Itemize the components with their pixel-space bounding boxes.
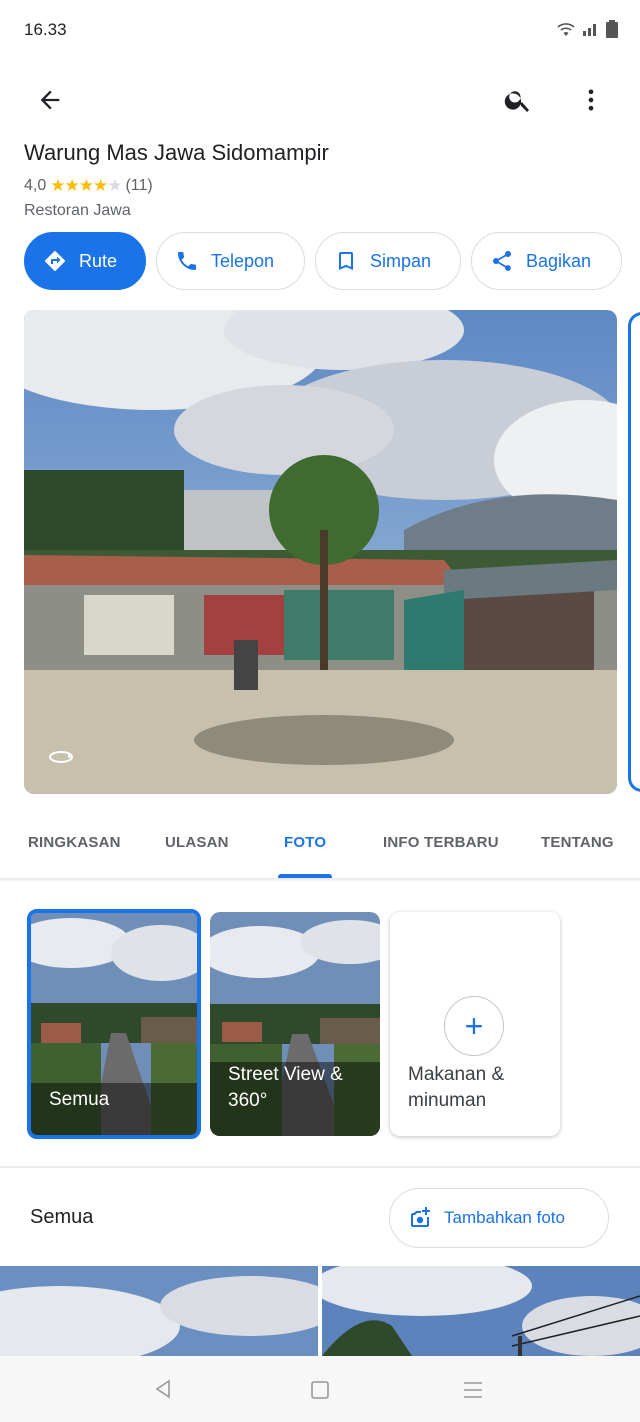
call-button[interactable]: Telepon: [156, 232, 305, 290]
review-count: (11): [125, 177, 153, 194]
rating-row[interactable]: 4,0 ★★★★★ (11): [24, 176, 153, 196]
tab-bar: RINGKASAN ULASAN FOTO INFO TERBARU TENTA…: [0, 818, 640, 878]
hero-photo[interactable]: [24, 310, 617, 794]
next-photo-peek[interactable]: [628, 312, 640, 792]
tab-photos[interactable]: FOTO: [284, 834, 326, 851]
tab-reviews[interactable]: ULASAN: [165, 834, 229, 851]
category-tile-street-view[interactable]: Street View & 360°: [210, 912, 380, 1136]
phone-icon: [178, 252, 196, 270]
share-icon: [492, 250, 511, 271]
directions-label: Rute: [79, 250, 118, 271]
bookmark-icon: [339, 252, 353, 270]
add-icon: +: [444, 996, 504, 1056]
system-nav-bar: [0, 1356, 640, 1422]
photo-thumbnail-image: [0, 1266, 318, 1356]
action-buttons: Rute Telepon Simpan Bagikan: [24, 232, 622, 290]
search-button[interactable]: [494, 76, 542, 124]
signal-icon: [583, 24, 596, 36]
street-view-360-icon: [48, 750, 74, 769]
section-title: Semua: [30, 1206, 94, 1228]
category-tile-food[interactable]: + Makanan & minuman: [390, 912, 560, 1136]
save-label: Simpan: [370, 250, 432, 271]
rating-value: 4,0: [24, 177, 47, 194]
nav-back-icon[interactable]: [153, 1379, 173, 1399]
category-street-view-label: Street View & 360°: [228, 1064, 343, 1111]
star-rating: ★★★★★: [50, 176, 122, 195]
battery-icon: [606, 20, 618, 38]
tab-shadow: [0, 878, 640, 882]
wifi-icon: [557, 23, 575, 36]
place-category[interactable]: Restoran Jawa: [24, 202, 131, 220]
share-label: Bagikan: [526, 250, 592, 271]
add-photo-label: Tambahkan foto: [444, 1208, 565, 1227]
tab-updates[interactable]: INFO TERBARU: [383, 834, 499, 851]
more-options-button[interactable]: [567, 76, 615, 124]
add-photo-icon: [411, 1207, 430, 1227]
category-food-label: Makanan & minuman: [408, 1064, 505, 1111]
status-time: 16.33: [24, 20, 67, 39]
category-tile-all[interactable]: Semua: [27, 909, 201, 1139]
back-button[interactable]: [26, 76, 74, 124]
call-label: Telepon: [211, 250, 275, 271]
nav-home-icon[interactable]: [310, 1380, 330, 1400]
search-icon: [504, 91, 529, 112]
save-button[interactable]: Simpan: [315, 232, 461, 290]
photo-thumbnail[interactable]: [322, 1266, 640, 1356]
arrow-back-icon: [40, 90, 60, 110]
add-photo-button[interactable]: Tambahkan foto: [389, 1188, 609, 1248]
nav-menu-icon[interactable]: [462, 1380, 484, 1400]
category-all-label: Semua: [49, 1089, 110, 1110]
directions-icon: [45, 251, 65, 271]
photo-thumbnail-image: [322, 1266, 640, 1356]
more-vert-icon: [588, 89, 594, 111]
tab-overview[interactable]: RINGKASAN: [28, 834, 121, 851]
status-icons: [556, 20, 618, 38]
place-title: Warung Mas Jawa Sidomampir: [24, 140, 329, 165]
directions-button[interactable]: Rute: [24, 232, 146, 290]
street-view-image: [24, 310, 617, 794]
photo-thumbnail[interactable]: [0, 1266, 318, 1356]
share-button[interactable]: Bagikan: [471, 232, 622, 290]
tab-about[interactable]: TENTANG: [541, 834, 614, 851]
section-divider: [0, 1166, 640, 1168]
